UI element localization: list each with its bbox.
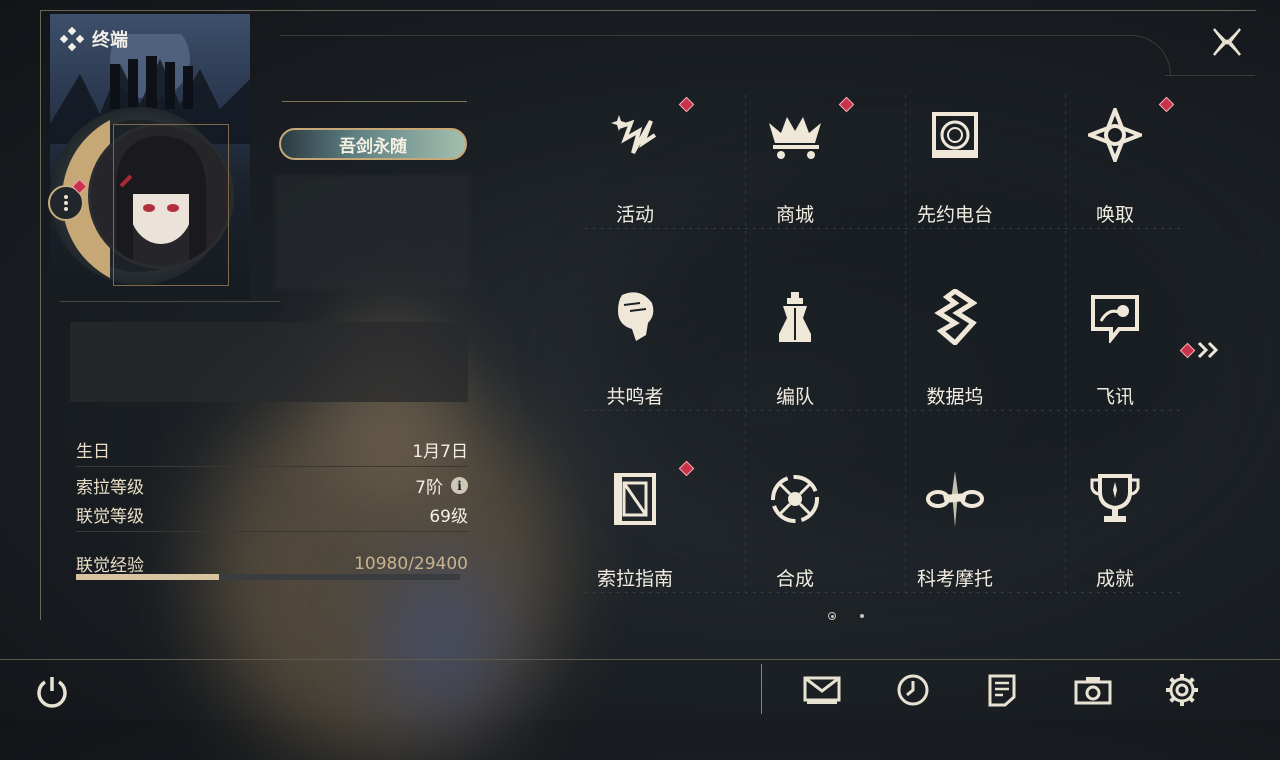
stat-label: 联觉等级 — [76, 507, 144, 527]
tile-radio[interactable]: 先约电台 — [875, 95, 1035, 245]
terminal-label: 终端 — [92, 30, 128, 51]
data-bank-icon — [925, 287, 985, 347]
title-plate-label: 吾剑永随 — [339, 136, 407, 157]
stat-label: 生日 — [76, 442, 110, 462]
stat-label: 联觉经验 — [76, 556, 144, 576]
tile-achievement[interactable]: 成就 — [1035, 459, 1195, 609]
close-button[interactable] — [1205, 24, 1249, 60]
camera-button[interactable] — [1073, 672, 1113, 708]
page-dot[interactable] — [860, 614, 864, 618]
tile-team[interactable]: 编队 — [715, 277, 875, 427]
blurred-signature-box — [70, 322, 468, 402]
tile-resonator[interactable]: 共鸣者 — [555, 277, 715, 427]
stat-union-exp: 联觉经验 10980/29400 — [76, 551, 468, 577]
avatar-frame — [113, 124, 229, 286]
notification-badge — [1179, 342, 1196, 358]
divider — [76, 466, 468, 467]
notes-button[interactable] — [982, 672, 1022, 708]
stat-union-level: 联觉等级 69级 — [76, 502, 468, 527]
guidebook-icon — [605, 469, 665, 529]
frame-line — [40, 10, 41, 620]
tile-guidebook[interactable]: 索拉指南 — [555, 459, 715, 609]
document-icon — [988, 674, 1016, 707]
tile-label: 活动 — [615, 204, 654, 226]
stat-birthday: 生日 1月7日 — [76, 437, 468, 462]
close-icon — [1213, 28, 1241, 56]
stat-sola-level: 索拉等级 7阶 i — [76, 473, 468, 498]
gear-icon — [1166, 674, 1198, 706]
synthesis-icon — [765, 469, 825, 529]
terminal-title: 终端 — [60, 26, 128, 52]
stat-value-group: 7阶 i — [415, 473, 468, 498]
divider — [76, 531, 468, 532]
tile-label: 唤取 — [1095, 204, 1134, 226]
frame-line — [280, 35, 1130, 36]
page-indicator — [828, 612, 864, 620]
history-button[interactable] — [893, 672, 933, 708]
tile-label: 索拉指南 — [596, 568, 673, 590]
mail-icon — [803, 676, 841, 704]
settings-button[interactable] — [1162, 672, 1202, 708]
tile-motorcycle[interactable]: 科考摩托 — [875, 459, 1035, 609]
tile-label: 飞讯 — [1095, 386, 1134, 408]
tile-label: 先约电台 — [916, 204, 993, 226]
tile-message[interactable]: 飞讯 — [1035, 277, 1195, 427]
motorcycle-icon — [925, 469, 985, 529]
notification-badge — [1158, 96, 1175, 113]
frame-line — [40, 10, 1256, 11]
power-button[interactable] — [34, 674, 70, 710]
convene-icon — [1085, 105, 1145, 165]
notification-badge — [678, 460, 695, 477]
clock-icon — [897, 674, 929, 706]
camera-icon — [1074, 677, 1112, 705]
tile-activity[interactable]: 活动 — [555, 95, 715, 245]
bottom-bar-separator — [761, 664, 762, 714]
double-chevron-right-icon — [1197, 341, 1219, 359]
activity-icon — [605, 105, 665, 165]
mail-button[interactable] — [802, 672, 842, 708]
frame-arc — [1110, 35, 1171, 76]
notification-badge — [678, 96, 695, 113]
title-plate[interactable]: 吾剑永随 — [279, 128, 467, 160]
tile-synthesis[interactable]: 合成 — [715, 459, 875, 609]
radio-icon — [925, 105, 985, 165]
frame-line — [1165, 75, 1255, 76]
tile-label: 商城 — [775, 204, 814, 226]
stat-value: 7阶 — [415, 478, 443, 498]
tile-label: 科考摩托 — [916, 568, 993, 590]
more-vertical-icon — [64, 195, 68, 211]
shop-icon — [765, 105, 825, 165]
page-dot-active[interactable] — [828, 612, 836, 620]
tile-data-bank[interactable]: 数据坞 — [875, 277, 1035, 427]
power-icon — [37, 677, 67, 708]
tile-label: 合成 — [775, 568, 814, 590]
trophy-icon — [1085, 469, 1145, 529]
stat-label: 索拉等级 — [76, 478, 144, 498]
tile-convene[interactable]: 唤取 — [1035, 95, 1195, 245]
background-character-dress — [380, 560, 500, 720]
next-page-button[interactable] — [1179, 340, 1222, 360]
blurred-info-box — [275, 175, 470, 290]
team-icon — [765, 287, 825, 347]
message-icon — [1085, 287, 1145, 347]
tile-label: 成就 — [1095, 568, 1134, 590]
divider — [60, 301, 280, 302]
feature-grid: 活动 商城 先约电台 唤取 共鸣者 编队 数据坞 飞讯 索拉指南 合成 科考摩托… — [585, 95, 1185, 605]
tile-label: 共鸣者 — [606, 386, 664, 408]
stat-value: 10980/29400 — [354, 553, 468, 574]
info-icon[interactable]: i — [451, 477, 468, 494]
exp-progress-fill — [76, 574, 220, 580]
divider — [282, 101, 467, 102]
bottom-bar-divider — [0, 659, 1280, 660]
exp-progress-bar — [76, 574, 460, 580]
tile-label: 数据坞 — [926, 386, 984, 408]
terminal-icon — [60, 27, 84, 51]
resonator-icon — [605, 287, 665, 347]
stat-value: 1月7日 — [412, 442, 468, 462]
tile-shop[interactable]: 商城 — [715, 95, 875, 245]
stat-value: 69级 — [429, 507, 468, 527]
notification-badge — [838, 96, 855, 113]
tile-label: 编队 — [775, 386, 814, 408]
